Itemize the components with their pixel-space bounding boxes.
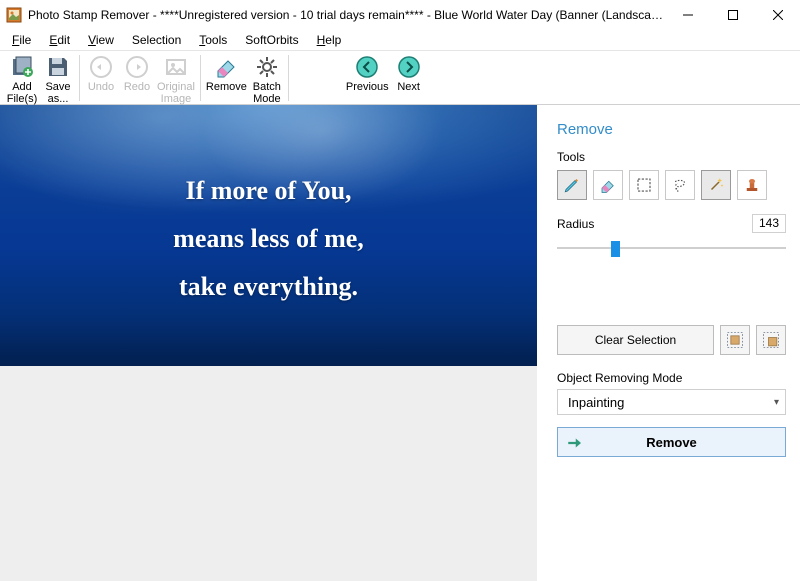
minimize-button[interactable]: [665, 1, 710, 30]
select-all-button[interactable]: [720, 325, 750, 355]
menu-help[interactable]: Help: [309, 31, 350, 49]
close-button[interactable]: [755, 1, 800, 30]
undo-icon: [89, 55, 113, 79]
image-overlay-text: If more of You, means less of me, take e…: [0, 167, 537, 311]
remove-button-label: Remove: [646, 435, 697, 450]
gear-icon: [255, 55, 279, 79]
batch-mode-button[interactable]: Batch Mode: [249, 53, 285, 105]
tool-lasso[interactable]: [665, 170, 695, 200]
undo-button[interactable]: Undo: [83, 53, 119, 93]
menu-file[interactable]: File: [4, 31, 39, 49]
original-image-icon: [164, 55, 188, 79]
canvas-empty-area: [0, 366, 537, 581]
app-window: Photo Stamp Remover - ****Unregistered v…: [0, 0, 800, 581]
window-title: Photo Stamp Remover - ****Unregistered v…: [28, 8, 665, 22]
menu-softorbits[interactable]: SoftOrbits: [237, 31, 306, 49]
toolbar-separator: [288, 55, 289, 101]
image-canvas[interactable]: If more of You, means less of me, take e…: [0, 105, 537, 366]
tool-pencil[interactable]: [557, 170, 587, 200]
radius-slider[interactable]: [557, 235, 786, 261]
menu-edit[interactable]: Edit: [41, 31, 78, 49]
next-icon: [397, 55, 421, 79]
title-bar: Photo Stamp Remover - ****Unregistered v…: [0, 0, 800, 30]
original-image-button[interactable]: Original Image: [155, 53, 197, 105]
eraser-icon: [214, 55, 238, 79]
redo-button[interactable]: Redo: [119, 53, 155, 93]
clear-selection-button[interactable]: Clear Selection: [557, 325, 714, 355]
canvas-column: If more of You, means less of me, take e…: [0, 105, 537, 581]
tool-magic-wand[interactable]: [701, 170, 731, 200]
maximize-button[interactable]: [710, 1, 755, 30]
menu-tools[interactable]: Tools: [191, 31, 235, 49]
add-files-icon: [10, 55, 34, 79]
tool-eraser[interactable]: [593, 170, 623, 200]
chevron-down-icon: ▾: [774, 397, 779, 408]
save-icon: [46, 55, 70, 79]
toolbar: Add File(s) Save as... Undo Redo Origina…: [0, 50, 800, 105]
work-area: If more of You, means less of me, take e…: [0, 105, 800, 581]
radius-value[interactable]: 143: [752, 214, 786, 233]
app-icon: [6, 7, 22, 23]
menu-view[interactable]: View: [80, 31, 122, 49]
add-files-button[interactable]: Add File(s): [4, 53, 40, 105]
menu-selection[interactable]: Selection: [124, 31, 189, 49]
radius-label: Radius: [557, 217, 594, 231]
deselect-button[interactable]: [756, 325, 786, 355]
previous-icon: [355, 55, 379, 79]
redo-icon: [125, 55, 149, 79]
slider-track: [557, 247, 786, 249]
slider-thumb[interactable]: [611, 241, 620, 257]
mode-label: Object Removing Mode: [557, 371, 786, 385]
arrow-right-icon: [566, 434, 584, 455]
tools-label: Tools: [557, 150, 786, 164]
toolbar-separator: [79, 55, 80, 101]
panel-title: Remove: [557, 121, 786, 138]
save-as-button[interactable]: Save as...: [40, 53, 76, 105]
mode-selected-value: Inpainting: [568, 395, 624, 410]
previous-button[interactable]: Previous: [344, 53, 391, 93]
remove-toolbar-button[interactable]: Remove: [204, 53, 249, 93]
mode-select[interactable]: Inpainting ▾: [557, 389, 786, 415]
toolbar-separator: [200, 55, 201, 101]
tool-palette: [557, 170, 786, 200]
next-button[interactable]: Next: [391, 53, 427, 93]
tool-stamp[interactable]: [737, 170, 767, 200]
side-panel: Remove Tools Radius 143 Clear Selection: [537, 105, 800, 581]
tool-rect-select[interactable]: [629, 170, 659, 200]
remove-button[interactable]: Remove: [557, 427, 786, 457]
menu-bar: File Edit View Selection Tools SoftOrbit…: [0, 30, 800, 50]
